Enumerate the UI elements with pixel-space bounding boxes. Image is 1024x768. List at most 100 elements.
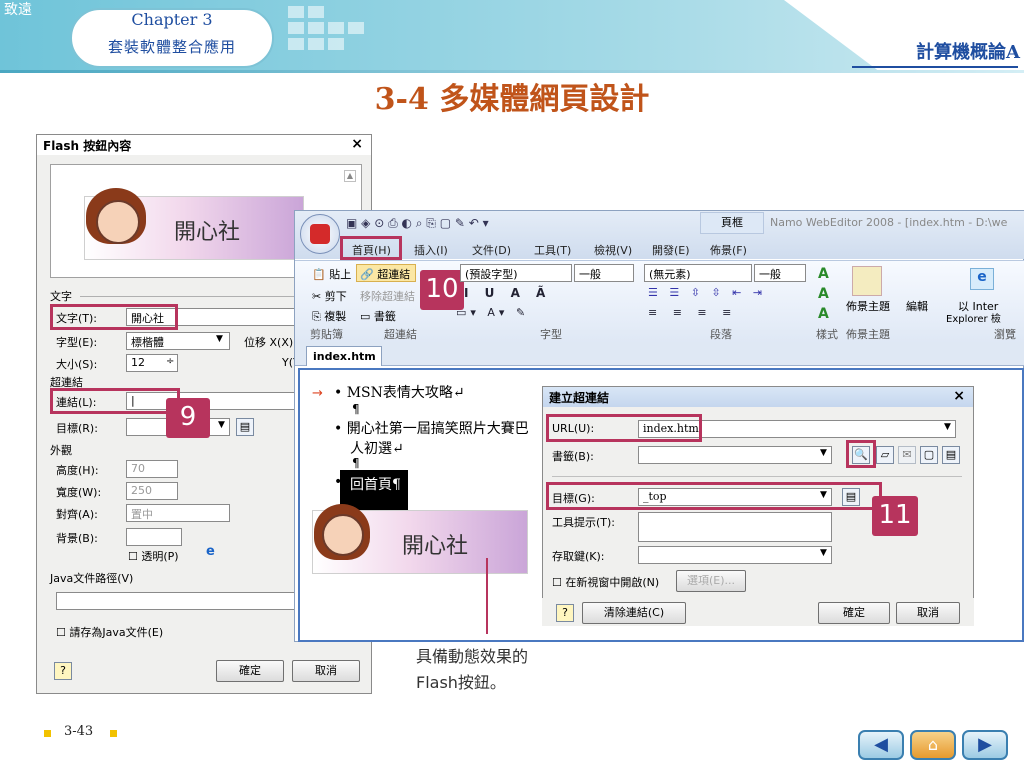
dialog-title: Flash 按鈕內容 × <box>37 135 371 155</box>
accesskey-select[interactable] <box>638 546 832 564</box>
paste-button[interactable]: 📋 貼上 <box>312 266 351 282</box>
link-cancel-button[interactable]: 取消 <box>896 602 960 624</box>
namo-logo-icon <box>310 224 330 244</box>
caption-line-2: Flash按鈕。 <box>416 673 506 692</box>
tab-view[interactable]: 檢視(V) <box>594 242 632 258</box>
copy-button[interactable]: ⎘ 複製 <box>312 308 346 324</box>
link-ok-button[interactable]: 確定 <box>818 602 890 624</box>
context-tab-frame[interactable]: 頁框 <box>700 212 764 234</box>
options-button[interactable]: 選項(E)... <box>676 570 746 592</box>
edit-button[interactable]: 編輯 <box>906 298 928 314</box>
cut-label: 剪下 <box>324 290 347 303</box>
close-icon[interactable]: × <box>351 136 363 152</box>
copy-label: 複製 <box>324 310 347 323</box>
email-icon[interactable]: ✉ <box>898 446 916 464</box>
footer-bullet-icon <box>44 730 51 737</box>
font-label: 字型(E): <box>56 336 98 349</box>
doc-tab-index[interactable]: index.htm <box>306 346 382 366</box>
hyperlink-button[interactable]: 🔗 超連結 <box>360 266 410 282</box>
paragraph-group-label: 段落 <box>710 328 732 341</box>
prev-slide-button[interactable]: ◀ <box>858 730 904 760</box>
style-icons[interactable]: AAA <box>818 264 829 324</box>
font-size-select[interactable]: 一般 <box>574 264 634 282</box>
header-square <box>308 38 324 50</box>
header-square <box>288 6 304 18</box>
bookmark-list-icon[interactable]: ▤ <box>942 446 960 464</box>
list-buttons[interactable]: ☰ ☰ ⇳ ⇳ ⇤ ⇥ <box>648 286 766 299</box>
tab-insert[interactable]: 插入(I) <box>414 242 448 258</box>
bullet-2-text: 開心社第一屆搞笑照片大賽巴 <box>346 421 529 437</box>
paragraph-size-select[interactable]: 一般 <box>754 264 806 282</box>
paragraph-style-select[interactable]: (無元素) <box>644 264 752 282</box>
clipboard-group-label: 剪貼簿 <box>310 328 343 341</box>
next-slide-button[interactable]: ▶ <box>962 730 1008 760</box>
caption-line-1: 具備動態效果的 <box>416 647 529 666</box>
theme-icon[interactable] <box>852 266 882 296</box>
chapter-title: 套裝軟體整合應用 <box>107 38 236 56</box>
font-face-select[interactable]: (預設字型) <box>460 264 572 282</box>
caption-pointer-line <box>486 558 488 634</box>
bullet-3-text[interactable]: 回首頁¶ <box>350 474 401 494</box>
stepper-icon[interactable]: ÷ <box>166 356 174 367</box>
browse-icon[interactable]: ▤ <box>236 418 254 436</box>
doc-tabs-bar <box>295 342 1024 366</box>
ribbon-tabs: 首頁(H) 插入(I) 文件(D) 工具(T) 檢視(V) 開發(E) 佈景(F… <box>342 238 1024 260</box>
remove-link-button[interactable]: 移除超連結 <box>360 288 415 304</box>
color-buttons[interactable]: ▭▾ A▾ ✎ <box>456 306 529 319</box>
highlight-home-tab <box>340 236 402 260</box>
chevron-down-icon[interactable]: ▼ <box>216 334 223 344</box>
bg-color-picker[interactable] <box>126 528 182 546</box>
highlight-url <box>546 414 702 442</box>
font-group-label: 字型 <box>540 328 562 341</box>
ie-preview-icon[interactable]: e <box>970 268 994 290</box>
transparent-label: 透明(P) <box>141 550 179 563</box>
section-text: 文字 <box>50 290 72 303</box>
align-label: 對齊(A): <box>56 508 98 521</box>
width-stepper[interactable]: 250 <box>126 482 178 500</box>
quick-access-toolbar[interactable]: ▣ ◈ ⊙ ⎙ ◐ ⌕ ⎘ ▢ ✎ ↶ ▾ <box>346 216 489 231</box>
tab-develop[interactable]: 開發(E) <box>652 242 690 258</box>
bookmark-button[interactable]: ▭ 書籤 <box>360 308 396 324</box>
dialog-title-text: Flash 按鈕內容 <box>43 139 132 153</box>
transparent-checkbox[interactable]: ☐ 透明(P) <box>128 548 179 564</box>
target-label: 目標(R): <box>56 422 98 435</box>
section-appearance: 外觀 <box>50 444 72 457</box>
chevron-down-icon[interactable]: ▼ <box>820 548 827 558</box>
save-java-checkbox[interactable]: ☐ 請存為Java文件(E) <box>56 624 163 640</box>
help-icon[interactable]: ? <box>54 662 72 680</box>
bookmark-select[interactable] <box>638 446 832 464</box>
clear-link-button[interactable]: 清除連結(C) <box>582 602 686 624</box>
save-java-label: 請存為Java文件(E) <box>69 626 164 639</box>
help-icon[interactable]: ? <box>556 604 574 622</box>
font-select[interactable]: 標楷體 <box>126 332 230 350</box>
link-group-label: 超連結 <box>384 328 417 341</box>
course-underline <box>852 66 1018 68</box>
align-buttons[interactable]: ≡ ≡ ≡ ≡ <box>648 306 737 319</box>
flash-cancel-button[interactable]: 取消 <box>292 660 360 682</box>
chapter-number: Chapter 3 <box>131 10 213 29</box>
chevron-down-icon[interactable]: ▼ <box>820 448 827 458</box>
tab-theme[interactable]: 佈景(F) <box>710 242 747 258</box>
header-square <box>348 22 364 34</box>
cut-button[interactable]: ✂ 剪下 <box>312 288 347 304</box>
ie-preview-label-2[interactable]: Explorer 檢 <box>946 310 1001 325</box>
new-window-checkbox[interactable]: ☐ 在新視窗中開啟(N) <box>552 574 659 590</box>
new-page-icon[interactable]: ▢ <box>920 446 938 464</box>
chevron-down-icon[interactable]: ▼ <box>944 422 951 432</box>
paste-label: 貼上 <box>329 268 352 281</box>
format-buttons[interactable]: I U A Ã <box>464 286 551 300</box>
close-icon[interactable]: × <box>953 388 965 404</box>
tab-document[interactable]: 文件(D) <box>472 242 511 258</box>
flash-ok-button[interactable]: 確定 <box>216 660 284 682</box>
height-stepper[interactable]: 70 <box>126 460 178 478</box>
open-folder-icon[interactable]: ▱ <box>876 446 894 464</box>
align-select[interactable]: 置中 <box>126 504 230 522</box>
tab-tools[interactable]: 工具(T) <box>534 242 571 258</box>
width-label: 寬度(W): <box>56 486 102 499</box>
tooltip-input[interactable] <box>638 512 832 542</box>
chevron-down-icon[interactable]: ▼ <box>218 420 225 430</box>
scroll-up-icon[interactable]: ▲ <box>344 170 356 182</box>
theme-button[interactable]: 佈景主題 <box>846 298 890 314</box>
java-path-label: Java文件路徑(V) <box>50 572 134 585</box>
home-slide-button[interactable]: ⌂ <box>910 730 956 760</box>
